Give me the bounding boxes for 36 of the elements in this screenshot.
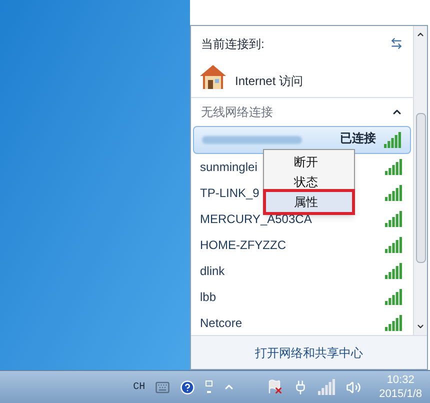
house-icon (199, 64, 227, 90)
menu-item[interactable]: 属性 (266, 192, 352, 212)
signal-bars-icon (385, 262, 403, 279)
signal-bars-icon (385, 288, 403, 305)
keyboard-icon[interactable] (155, 380, 170, 394)
connection-name: Internet 访问 (235, 73, 304, 90)
signal-bars-icon (384, 132, 402, 148)
menu-item[interactable]: 状态 (266, 172, 352, 192)
scrollbar-thumb[interactable] (416, 113, 426, 263)
refresh-arrows-icon[interactable] (390, 37, 403, 50)
scroll-down-icon[interactable] (416, 322, 425, 331)
signal-bars-icon (385, 158, 403, 175)
menu-item[interactable]: 断开 (266, 152, 352, 172)
scroll-up-icon[interactable] (416, 30, 425, 39)
signal-bars-icon (385, 210, 403, 227)
network-name[interactable]: Netcore (200, 314, 242, 332)
help-icon[interactable] (180, 380, 196, 394)
connection-status: 已连接 (340, 130, 376, 147)
small-window-icon[interactable] (205, 380, 214, 394)
network-name[interactable]: dlink (200, 262, 225, 280)
taskbar-signal-icon (318, 379, 336, 395)
panel-heading: 当前连接到: (201, 36, 264, 53)
network-name[interactable]: sunminglei (200, 158, 258, 176)
signal-bars-icon (385, 314, 403, 331)
language-indicator[interactable]: CH (133, 380, 146, 394)
scrollbar[interactable] (413, 26, 427, 335)
signal-bars-icon (385, 184, 403, 201)
speaker-icon[interactable] (346, 380, 362, 394)
network-name[interactable]: lbb (200, 288, 216, 306)
network-name[interactable]: HOME-ZFYZZC (200, 236, 286, 254)
network-name[interactable]: MERCURY_A503CA (200, 210, 312, 228)
network-name[interactable]: TP-LINK_9 (200, 184, 260, 202)
flag-error-icon[interactable] (267, 379, 284, 395)
connected-network-row[interactable]: 已连接 (193, 126, 411, 154)
signal-bars-icon (385, 236, 403, 253)
section-title: 无线网络连接 (201, 104, 273, 121)
